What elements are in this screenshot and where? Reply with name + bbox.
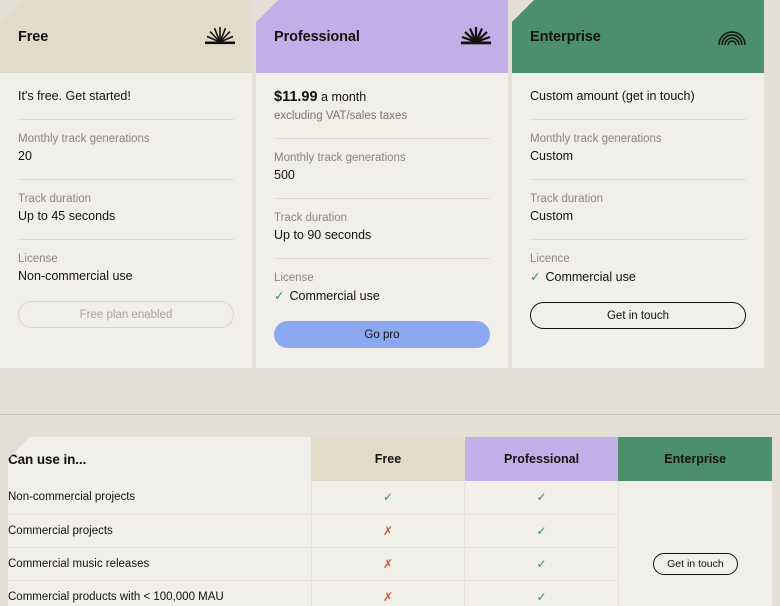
plan-card-body-free: It's free. Get started! Monthly track ge… [0,73,252,368]
pricing-cards: Free It's free. Get started! Monthly tra… [0,0,780,368]
feature-value: ✓ Commercial use [274,288,490,303]
feature-row: Track duration Up to 45 seconds [18,180,234,223]
feature-row: Licence ✓ Commercial use [530,240,746,284]
feature-label: License [274,272,490,284]
table-row: Non-commercial projects ✓ ✓ Get in touch [8,481,772,514]
check-icon: ✓ [274,289,284,303]
price-note: excluding VAT/sales taxes [274,110,490,122]
plan-card-professional[interactable]: Professional $11.99 a month excludin [256,0,508,368]
cell-free-cross-icon: ✗ [311,547,465,580]
go-pro-button[interactable]: Go pro [274,321,490,348]
plan-name-enterprise: Enterprise [530,29,601,45]
plan-cta-wrap-professional: Go pro [274,303,490,368]
feature-value-text: Commercial use [545,270,635,284]
feature-value: Up to 45 seconds [18,209,234,223]
plan-card-free[interactable]: Free It's free. Get started! Monthly tra… [0,0,252,368]
feature-label: Monthly track generations [530,133,746,145]
feature-label: Track duration [274,212,490,224]
feature-value: Custom [530,149,746,163]
plan-card-header-free: Free [0,0,252,73]
feature-label: License [18,253,234,265]
plan-price-enterprise: Custom amount (get in touch) [530,89,746,103]
cell-enterprise-merged: Get in touch [618,481,772,606]
feature-row: License Non-commercial use [18,240,234,283]
get-in-touch-button[interactable]: Get in touch [530,302,746,329]
free-plan-enabled-button[interactable]: Free plan enabled [18,301,234,328]
feature-value: 20 [18,149,234,163]
feature-value: Non-commercial use [18,269,234,283]
plan-name-professional: Professional [274,29,360,45]
cell-professional-check-icon: ✓ [465,547,619,580]
feature-row: Track duration Up to 90 seconds [274,199,490,242]
feature-row: Monthly track generations 500 [274,139,490,182]
plan-cta-wrap-enterprise: Get in touch [530,284,746,349]
concentric-arch-icon [716,26,748,48]
feature-value: ✓ Commercial use [530,269,746,284]
plan-cta-wrap-free: Free plan enabled [18,283,234,348]
cell-free-check-icon: ✓ [311,481,465,514]
cell-professional-check-icon: ✓ [465,481,619,514]
plan-card-body-professional: $11.99 a month excluding VAT/sales taxes… [256,73,508,368]
comparison-table-wrap: Can use in... Free Professional Enterpri… [0,437,780,606]
feature-row: Monthly track generations 20 [18,120,234,163]
plan-card-enterprise[interactable]: Enterprise Custom amount (get in touch) … [512,0,764,368]
feature-label: Monthly track generations [18,133,234,145]
sunburst-icon [204,26,236,48]
table-header-row: Can use in... Free Professional Enterpri… [8,437,772,481]
fan-sunburst-icon [460,26,492,48]
cell-professional-check-icon: ✓ [465,514,619,547]
plan-price-professional: $11.99 a month [274,89,490,105]
cell-free-cross-icon: ✗ [311,514,465,547]
feature-value: Up to 90 seconds [274,228,490,242]
table-header-free: Free [311,437,465,481]
row-label: Non-commercial projects [8,481,311,514]
plan-name-free: Free [18,29,48,45]
feature-row: License ✓ Commercial use [274,259,490,303]
price-amount: $11.99 [274,89,318,105]
comparison-table: Can use in... Free Professional Enterpri… [8,437,772,606]
feature-label: Track duration [530,193,746,205]
plan-card-header-professional: Professional [256,0,508,73]
feature-value: Custom [530,209,746,223]
row-label: Commercial music releases [8,547,311,580]
section-divider [0,414,780,415]
feature-label: Licence [530,253,746,265]
price-period: a month [321,90,366,104]
plan-card-header-enterprise: Enterprise [512,0,764,73]
feature-value-text: Commercial use [289,289,379,303]
table-header-enterprise: Enterprise [618,437,772,481]
table-get-in-touch-button[interactable]: Get in touch [653,553,738,575]
check-icon: ✓ [530,270,540,284]
row-label: Commercial projects [8,514,311,547]
feature-row: Track duration Custom [530,180,746,223]
table-header-professional: Professional [465,437,619,481]
feature-label: Monthly track generations [274,152,490,164]
plan-card-body-enterprise: Custom amount (get in touch) Monthly tra… [512,73,764,368]
plan-price-free: It's free. Get started! [18,89,234,103]
table-header-feature: Can use in... [8,437,311,481]
row-label: Commercial products with < 100,000 MAU [8,580,311,606]
cell-professional-check-icon: ✓ [465,580,619,606]
cell-free-cross-icon: ✗ [311,580,465,606]
feature-row: Monthly track generations Custom [530,120,746,163]
feature-label: Track duration [18,193,234,205]
feature-value: 500 [274,168,490,182]
